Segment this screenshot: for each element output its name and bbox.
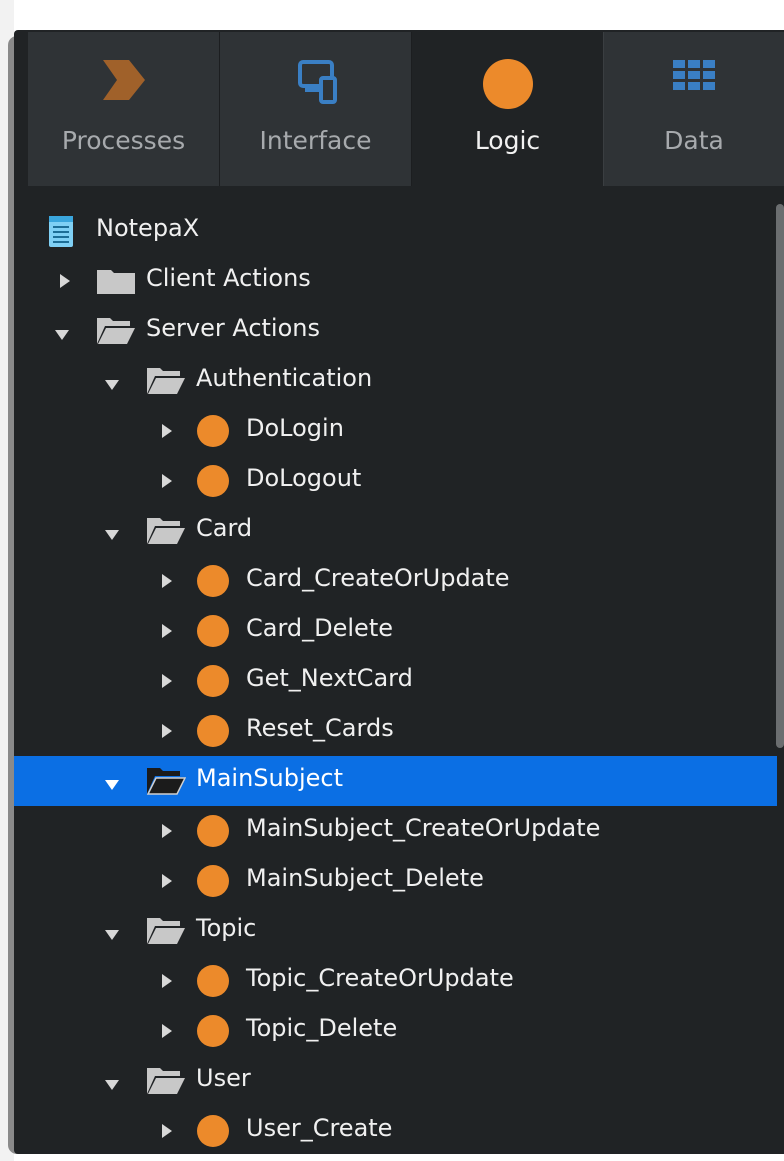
expand-arrow-icon[interactable] [160,623,174,639]
tree-item-label: NotepaX [96,214,200,242]
open-folder-icon [146,367,186,399]
tree-item-label: Reset_Cards [246,714,394,742]
server-action-icon [196,1014,230,1052]
tree-item-user-create[interactable]: User_Create [14,1106,784,1156]
expand-arrow-icon[interactable] [160,723,174,739]
tree-item-topic-createorupdate[interactable]: Topic_CreateOrUpdate [14,956,784,1006]
tab-interface[interactable]: Interface [220,32,412,186]
tree-item-label: MainSubject_CreateOrUpdate [246,814,601,842]
data-grid-icon [604,58,784,102]
logic-circle-icon [412,58,603,109]
tree-item-server-actions[interactable]: Server Actions [14,306,784,356]
tree-item-user[interactable]: User [14,1056,784,1106]
expand-arrow-icon[interactable] [160,423,174,439]
logic-panel: Processes Interface Logic Data NotepaX C… [14,30,784,1154]
tree-item-label: Server Actions [146,314,320,342]
expand-arrow-icon[interactable] [160,673,174,689]
tab-bar: Processes Interface Logic Data [28,32,784,186]
server-action-icon [196,414,230,452]
tree-item-reset-cards[interactable]: Reset_Cards [14,706,784,756]
tab-label: Data [664,126,724,155]
open-folder-icon [146,517,186,549]
open-folder-icon [146,917,186,949]
collapse-arrow-icon[interactable] [104,926,119,942]
tree-item-label: MainSubject_Delete [246,864,484,892]
tree-item-label: Card_Delete [246,614,393,642]
tree-item-label: DoLogin [246,414,344,442]
notepad-icon [48,216,74,252]
expand-arrow-icon[interactable] [160,1123,174,1139]
tree-item-client-actions[interactable]: Client Actions [14,256,784,306]
server-action-icon [196,814,230,852]
server-action-icon [196,614,230,652]
tree-item-label: Topic_Delete [246,1014,398,1042]
tree-item-topic-delete[interactable]: Topic_Delete [14,1006,784,1056]
expand-arrow-icon[interactable] [160,473,174,489]
server-action-icon [196,1114,230,1152]
tree-item-topic[interactable]: Topic [14,906,784,956]
tree-item-label: Client Actions [146,264,311,292]
expand-arrow-icon[interactable] [160,573,174,589]
expand-arrow-icon[interactable] [160,1023,174,1039]
tree-item-label: Card [196,514,253,542]
tree-item-notepax[interactable]: NotepaX [14,206,784,256]
expand-arrow-icon[interactable] [58,273,72,289]
processes-chevron-icon [28,58,219,102]
tree-item-mainsubject[interactable]: MainSubject [14,756,777,806]
tab-processes[interactable]: Processes [28,32,220,186]
interface-devices-icon [220,58,411,104]
collapse-arrow-icon[interactable] [54,326,69,342]
collapse-arrow-icon[interactable] [104,1076,119,1092]
open-folder-icon [146,1067,186,1099]
tree-item-card[interactable]: Card [14,506,784,556]
expand-arrow-icon[interactable] [160,973,174,989]
tree-item-label: User_Create [246,1114,393,1142]
logic-tree: NotepaX Client Actions Server Actions Au… [14,206,784,1156]
tree-item-card-createorupdate[interactable]: Card_CreateOrUpdate [14,556,784,606]
tree-item-dologout[interactable]: DoLogout [14,456,784,506]
collapse-arrow-icon[interactable] [104,376,119,392]
tree-item-label: User [196,1064,251,1092]
tab-data[interactable]: Data [604,32,784,186]
tab-label: Interface [259,126,372,155]
tree-item-label: MainSubject [196,764,344,792]
collapse-arrow-icon[interactable] [104,526,119,542]
tree-item-get-nextcard[interactable]: Get_NextCard [14,656,784,706]
expand-arrow-icon[interactable] [160,823,174,839]
tab-logic[interactable]: Logic [412,32,604,186]
server-action-icon [196,964,230,1002]
tree-item-dologin[interactable]: DoLogin [14,406,784,456]
tree-item-label: Topic_CreateOrUpdate [246,964,514,992]
tree-item-mainsubject-delete[interactable]: MainSubject_Delete [14,856,784,906]
server-action-icon [196,664,230,702]
tree-item-label: Topic [196,914,257,942]
tree-item-mainsubject-createorupdate[interactable]: MainSubject_CreateOrUpdate [14,806,784,856]
tree-item-label: Card_CreateOrUpdate [246,564,510,592]
tree-item-label: DoLogout [246,464,362,492]
tree-item-card-delete[interactable]: Card_Delete [14,606,784,656]
tree-item-authentication[interactable]: Authentication [14,356,784,406]
open-folder-icon [96,317,136,349]
tab-label: Processes [61,126,186,155]
server-action-icon [196,864,230,902]
folder-icon [96,267,136,299]
open-folder-icon [146,767,187,799]
tree-item-label: Get_NextCard [246,664,413,692]
expand-arrow-icon[interactable] [160,873,174,889]
tab-label: Logic [474,126,541,155]
server-action-icon [196,464,230,502]
server-action-icon [196,564,230,602]
collapse-arrow-icon[interactable] [104,776,119,792]
server-action-icon [196,714,230,752]
tree-item-label: Authentication [196,364,373,392]
